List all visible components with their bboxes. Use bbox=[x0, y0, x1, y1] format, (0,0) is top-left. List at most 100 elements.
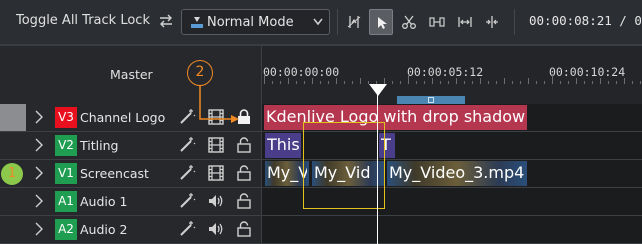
ruler-tick bbox=[344, 81, 345, 84]
track-badge[interactable]: V1 bbox=[55, 163, 77, 184]
ruler-tick bbox=[512, 81, 513, 84]
track-expand-chevron-icon[interactable] bbox=[34, 194, 44, 208]
effects-wand-icon[interactable] bbox=[178, 220, 196, 238]
slip-tool-icon bbox=[429, 17, 445, 27]
ruler-tick bbox=[520, 81, 521, 84]
multicam-tool-button[interactable] bbox=[480, 9, 504, 35]
razor-tool-icon bbox=[402, 15, 416, 29]
lock-open-icon[interactable] bbox=[235, 220, 253, 238]
ruler-tick bbox=[336, 78, 337, 84]
toolbar-separator bbox=[514, 9, 515, 35]
ruler-tick bbox=[352, 81, 353, 84]
toggle-all-track-lock-button[interactable]: Toggle All Track Lock bbox=[16, 13, 150, 28]
callout-arrow bbox=[199, 85, 239, 123]
ruler-tick bbox=[416, 81, 417, 84]
track-badge[interactable]: A1 bbox=[55, 191, 77, 212]
ruler-tick bbox=[504, 78, 505, 84]
ruler-time-label: 00:00:05:12 bbox=[407, 65, 484, 79]
ruler-tick bbox=[632, 81, 633, 84]
ruler-tick bbox=[296, 81, 297, 84]
zone-handle[interactable] bbox=[428, 97, 434, 103]
chevron-down-icon bbox=[313, 18, 323, 26]
ruler-tick bbox=[280, 81, 281, 84]
timeline-clip[interactable]: This i bbox=[265, 133, 301, 158]
clip-label: My_Video_3.mp4 bbox=[389, 163, 525, 182]
track-name[interactable]: Audio 2 bbox=[80, 222, 127, 237]
master-label[interactable]: Master bbox=[110, 67, 153, 82]
effects-wand-icon[interactable] bbox=[178, 108, 196, 126]
effects-wand-icon[interactable] bbox=[178, 164, 196, 182]
lock-open-icon[interactable] bbox=[235, 192, 253, 210]
ruler-tick bbox=[488, 81, 489, 84]
timeline-clip[interactable]: My_Video_3.mp4 bbox=[387, 161, 527, 186]
swap-arrows-icon[interactable] bbox=[158, 13, 174, 29]
effects-wand-icon[interactable] bbox=[178, 136, 196, 154]
ruler-tick bbox=[328, 81, 329, 84]
ruler-tick bbox=[616, 81, 617, 84]
ruler-tick bbox=[560, 81, 561, 84]
track-badge[interactable]: A2 bbox=[55, 219, 77, 240]
spacer-tool-button[interactable] bbox=[342, 9, 366, 35]
ruler-time-label: 00:00:00:00 bbox=[263, 65, 340, 79]
ripple-tool-icon bbox=[458, 17, 472, 27]
clip-label: This i bbox=[267, 135, 299, 154]
ruler-tick bbox=[608, 81, 609, 84]
selection-rectangle bbox=[303, 122, 385, 209]
ruler-tick bbox=[544, 81, 545, 84]
ruler-tick bbox=[536, 81, 537, 84]
speaker-icon[interactable] bbox=[207, 192, 225, 210]
toolbar-separator bbox=[337, 9, 338, 35]
ruler-tick bbox=[312, 78, 313, 84]
lock-open-icon[interactable] bbox=[235, 164, 253, 182]
track-expand-chevron-icon[interactable] bbox=[34, 166, 44, 180]
select-tool-button[interactable] bbox=[369, 9, 393, 35]
slip-tool-button[interactable] bbox=[425, 9, 449, 35]
ruler-tick bbox=[592, 81, 593, 84]
lock-open-icon[interactable] bbox=[235, 136, 253, 154]
track-name[interactable]: Titling bbox=[80, 138, 118, 153]
header-lane-divider bbox=[261, 46, 262, 244]
track-name[interactable]: Audio 1 bbox=[80, 194, 127, 209]
track-name[interactable]: Channel Logo bbox=[80, 110, 165, 125]
ruler-tick bbox=[272, 81, 273, 84]
edit-mode-label: Normal Mode bbox=[207, 15, 294, 30]
effects-wand-icon[interactable] bbox=[178, 192, 196, 210]
ruler-tick bbox=[480, 78, 481, 84]
ruler-tick bbox=[448, 81, 449, 84]
film-icon[interactable] bbox=[207, 164, 225, 182]
clip-label: My_V bbox=[267, 163, 307, 182]
ruler-tick bbox=[424, 81, 425, 84]
ruler-tick bbox=[304, 81, 305, 84]
track-lane[interactable] bbox=[262, 216, 642, 243]
ruler-time-label: 00:00:10:24 bbox=[549, 65, 626, 79]
select-tool-icon bbox=[378, 17, 387, 29]
ruler-tick bbox=[464, 81, 465, 84]
ruler-tick bbox=[288, 78, 289, 84]
ruler-tick bbox=[400, 81, 401, 84]
ruler-tick bbox=[640, 81, 641, 84]
track-active-indicator bbox=[0, 104, 26, 131]
speaker-icon[interactable] bbox=[207, 220, 225, 238]
track-name[interactable]: Screencast bbox=[80, 166, 149, 181]
film-icon[interactable] bbox=[207, 136, 225, 154]
playhead-marker[interactable] bbox=[369, 84, 387, 96]
ruler-tick bbox=[408, 74, 409, 84]
ripple-tool-button[interactable] bbox=[453, 9, 477, 35]
playhead-line[interactable] bbox=[377, 84, 378, 244]
track-expand-chevron-icon[interactable] bbox=[34, 110, 44, 124]
razor-tool-button[interactable] bbox=[397, 9, 421, 35]
ruler-tick bbox=[472, 81, 473, 84]
ruler-tick bbox=[432, 78, 433, 84]
multicam-tool-icon bbox=[486, 16, 498, 28]
normal-mode-icon bbox=[191, 17, 203, 28]
edit-mode-dropdown[interactable]: Normal Mode bbox=[181, 9, 330, 35]
ruler-tick bbox=[552, 74, 553, 84]
track-badge[interactable]: V3 bbox=[55, 107, 77, 128]
track-expand-chevron-icon[interactable] bbox=[34, 222, 44, 236]
timecode-display: 00:00:08:21 / 00 bbox=[529, 13, 642, 28]
ruler-tick bbox=[600, 78, 601, 84]
ruler-tick bbox=[392, 81, 393, 84]
track-badge[interactable]: V2 bbox=[55, 135, 77, 156]
track-expand-chevron-icon[interactable] bbox=[34, 138, 44, 152]
ruler-tick bbox=[456, 78, 457, 84]
